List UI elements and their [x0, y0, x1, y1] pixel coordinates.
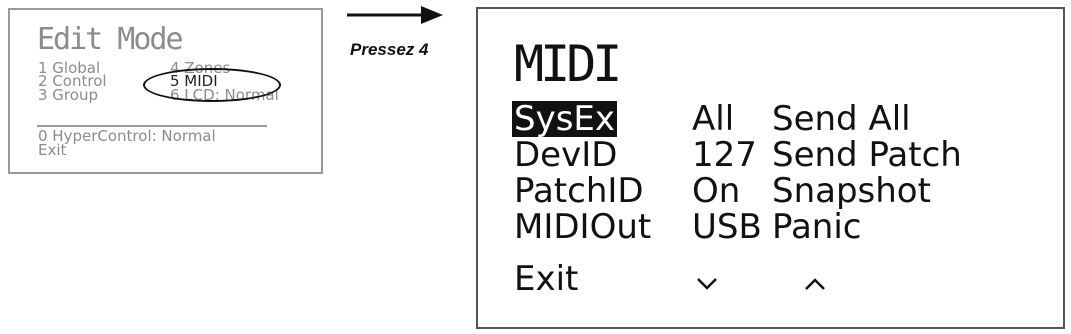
row-value-patchid[interactable]: On [692, 173, 740, 209]
edit-mode-title: Edit Mode [37, 22, 184, 57]
menu-item-exit[interactable]: Exit [38, 143, 66, 158]
press-instruction: Pressez 4 [350, 40, 429, 59]
chevron-up-icon[interactable] [804, 277, 826, 291]
row-value-sysex[interactable]: All [692, 101, 734, 137]
highlight-ellipse [143, 68, 281, 102]
row-name-patchid[interactable]: PatchID [514, 173, 644, 209]
midi-screen: MIDI SysEx All Send All DevID 127 Send P… [476, 7, 1065, 329]
row-action-panic[interactable]: Panic [772, 209, 862, 245]
exit-button[interactable]: Exit [514, 259, 578, 299]
row-value-midiout[interactable]: USB [692, 209, 762, 245]
row-name-sysex[interactable]: SysEx [512, 101, 618, 137]
edit-mode-screen: Edit Mode 1 Global 2 Control 3 Group 4 Z… [8, 8, 323, 174]
row-name-devid[interactable]: DevID [514, 137, 617, 173]
row-action-send-patch[interactable]: Send Patch [772, 137, 962, 173]
right-arrow-icon [347, 6, 443, 24]
menu-item-group[interactable]: 3 Group [38, 88, 98, 103]
chevron-down-icon[interactable] [696, 277, 718, 291]
row-action-snapshot[interactable]: Snapshot [772, 173, 931, 209]
row-action-send-all[interactable]: Send All [772, 101, 911, 137]
row-value-devid[interactable]: 127 [692, 137, 757, 173]
midi-title: MIDI [514, 35, 622, 93]
row-name-midiout[interactable]: MIDIOut [514, 209, 651, 245]
